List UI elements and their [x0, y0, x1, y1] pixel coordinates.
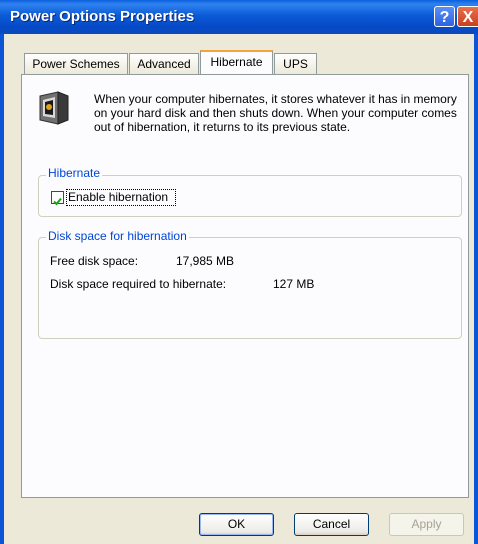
power-options-dialog: Power Options Properties ? X Power Schem… — [0, 0, 478, 544]
hibernate-description: When your computer hibernates, it stores… — [94, 92, 457, 134]
tab-label: Hibernate — [210, 55, 263, 69]
required-space-value: 127 MB — [273, 277, 315, 291]
enable-hibernation-checkbox[interactable] — [51, 191, 64, 206]
required-space-label: Disk space required to hibernate: — [50, 277, 227, 291]
help-button[interactable]: ? — [434, 6, 455, 27]
cancel-button[interactable]: Cancel — [294, 513, 369, 536]
tab-label: Advanced — [137, 57, 191, 71]
window-frame-left — [0, 34, 4, 544]
tab-advanced[interactable]: Advanced — [129, 53, 199, 74]
close-button[interactable]: X — [457, 6, 478, 27]
hibernate-group-title: Hibernate — [46, 166, 103, 180]
free-disk-space-label: Free disk space: — [50, 254, 139, 268]
tab-hibernate[interactable]: Hibernate — [200, 50, 273, 75]
disk-space-group-title: Disk space for hibernation — [46, 229, 189, 243]
tab-power-schemes[interactable]: Power Schemes — [24, 53, 128, 74]
window-frame-right — [474, 34, 478, 544]
tab-label: Power Schemes — [32, 57, 120, 71]
tab-ups[interactable]: UPS — [274, 53, 317, 74]
hibernate-icon — [38, 88, 72, 128]
help-icon: ? — [439, 9, 450, 26]
ok-button[interactable]: OK — [199, 513, 274, 536]
enable-hibernation-label[interactable]: Enable hibernation — [68, 190, 168, 204]
check-mark-icon — [53, 197, 62, 206]
title-bar[interactable]: Power Options Properties ? X — [0, 0, 478, 34]
window-title: Power Options Properties — [10, 8, 195, 25]
free-disk-space-value: 17,985 MB — [176, 254, 235, 268]
close-icon: X — [462, 9, 474, 26]
apply-button[interactable]: Apply — [389, 513, 464, 536]
tab-label: UPS — [283, 57, 308, 71]
